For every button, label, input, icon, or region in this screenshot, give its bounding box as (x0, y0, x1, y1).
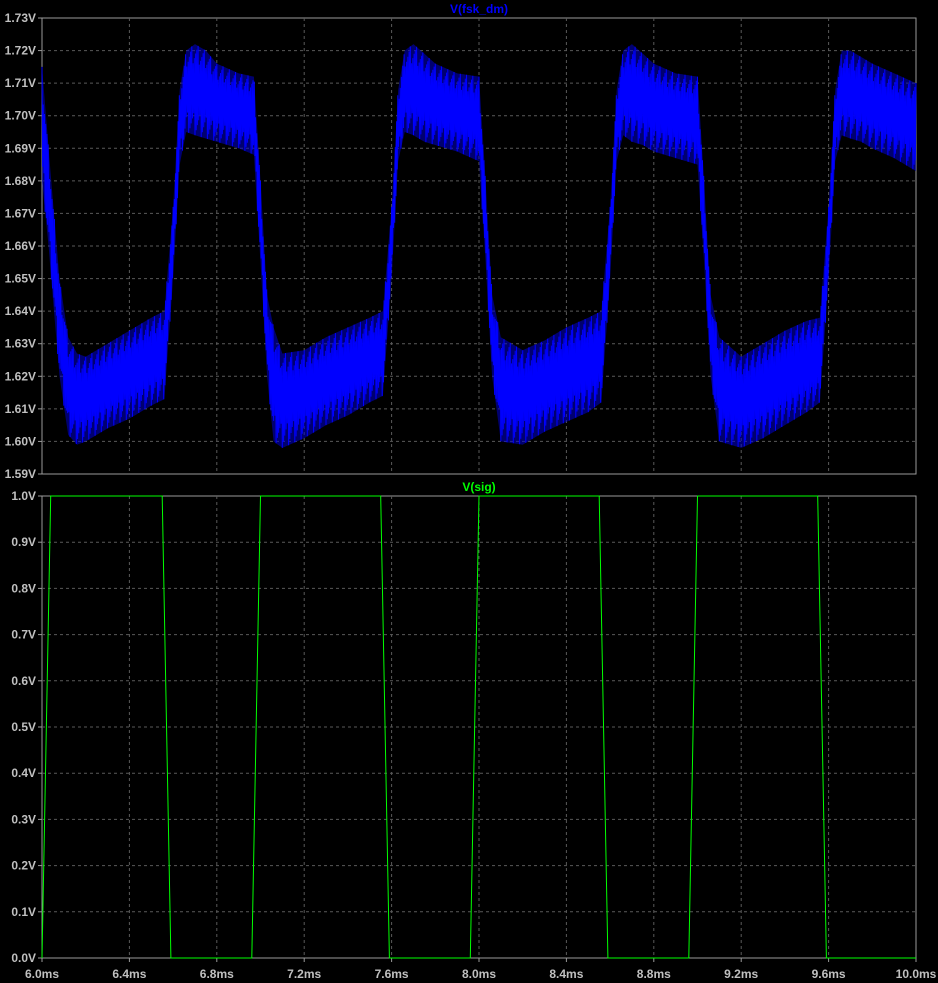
y-tick-label: 1.73V (5, 11, 36, 25)
x-tick-label: 8.4ms (549, 967, 583, 981)
x-tick-label: 10.0ms (896, 967, 937, 981)
y-tick-label: 1.67V (5, 206, 36, 220)
sig-pane: V(sig) 1.0V 0.9V 0.8V 0.7V 0.6V 0.5V 0.4V 0.3V 0… (11, 480, 936, 981)
y-tick-label: 0.7V (11, 628, 36, 642)
waveform-viewer: V(fsk_dm) 1.73V 1.72V 1.71V 1.70V 1.69V 1.68V… (5, 2, 937, 981)
y-tick-label: 1.64V (5, 304, 36, 318)
x-tick-label: 6.0ms (25, 967, 59, 981)
x-tick-label: 6.8ms (200, 967, 234, 981)
y-tick-label: 1.62V (5, 369, 36, 383)
y-tick-label: 0.5V (11, 720, 36, 734)
y-tick-label: 1.61V (5, 402, 36, 416)
sig-trace-title[interactable]: V(sig) (462, 480, 495, 494)
y-tick-label: 1.60V (5, 434, 36, 448)
y-tick-label: 1.66V (5, 239, 36, 253)
x-tick-label: 7.2ms (287, 967, 321, 981)
x-tick-label: 9.2ms (724, 967, 758, 981)
y-tick-label: 1.0V (11, 489, 36, 503)
y-tick-label: 1.72V (5, 44, 36, 58)
y-tick-label: 0.4V (11, 766, 36, 780)
y-tick-label: 0.6V (11, 674, 36, 688)
y-tick-label: 0.2V (11, 859, 36, 873)
y-tick-label: 1.71V (5, 76, 36, 90)
x-tick-label: 7.6ms (375, 967, 409, 981)
y-tick-label: 0.8V (11, 581, 36, 595)
y-tick-label: 0.1V (11, 905, 36, 919)
y-tick-label: 1.65V (5, 272, 36, 286)
y-tick-label: 1.63V (5, 337, 36, 351)
y-tick-label: 1.69V (5, 141, 36, 155)
y-tick-label: 1.68V (5, 174, 36, 188)
y-tick-label: 0.0V (11, 951, 36, 965)
fsk-dm-pane: V(fsk_dm) 1.73V 1.72V 1.71V 1.70V 1.69V 1.68V… (5, 2, 917, 481)
x-tick-label: 8.0ms (462, 967, 496, 981)
y-tick-label: 1.59V (5, 467, 36, 481)
y-tick-label: 0.9V (11, 535, 36, 549)
x-tick-label: 8.8ms (637, 967, 671, 981)
y-tick-label: 1.70V (5, 109, 36, 123)
x-tick-label: 6.4ms (112, 967, 146, 981)
fsk-dm-trace-title[interactable]: V(fsk_dm) (450, 2, 508, 16)
x-tick-label: 9.6ms (812, 967, 846, 981)
y-tick-label: 0.3V (11, 812, 36, 826)
